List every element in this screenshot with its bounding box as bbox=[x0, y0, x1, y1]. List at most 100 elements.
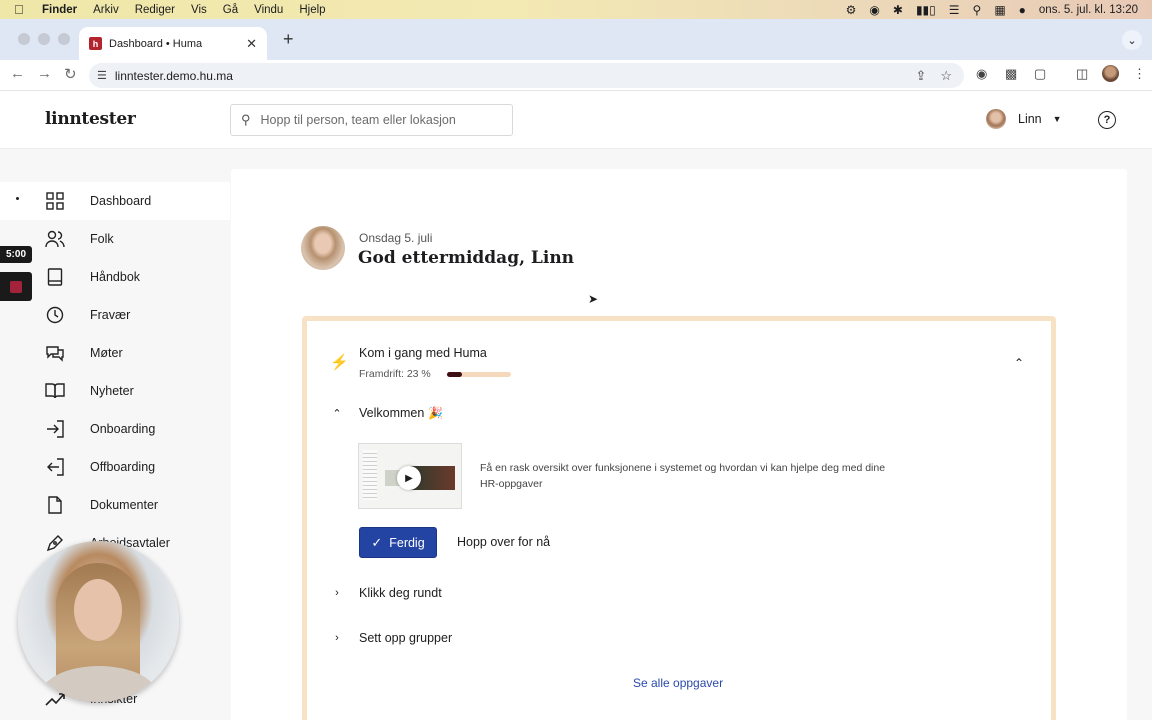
chevron-right-icon: › bbox=[335, 632, 339, 644]
menubar-clock[interactable]: ons. 5. jul. kl. 13:20 bbox=[1039, 4, 1138, 16]
intro-video-thumbnail[interactable]: ▶ bbox=[358, 443, 462, 509]
section-klikk-deg-rundt[interactable]: › Klikk deg rundt bbox=[330, 586, 442, 600]
sidebar-item-fravaer[interactable]: Fravær bbox=[0, 296, 230, 334]
skip-button[interactable]: Hopp over for nå bbox=[457, 535, 550, 549]
menu-hjelp[interactable]: Hjelp bbox=[299, 4, 325, 16]
sidebar-item-label: Møter bbox=[90, 346, 123, 360]
macos-menubar:  Finder Arkiv Rediger Vis Gå Vindu Hjel… bbox=[0, 0, 1152, 19]
back-arrow-icon[interactable]: ← bbox=[10, 65, 25, 82]
screen-record-icon[interactable]: ◉ bbox=[869, 4, 879, 16]
tab-search-chevron-icon[interactable]: ⌄ bbox=[1122, 30, 1142, 50]
grid-icon bbox=[45, 191, 65, 211]
onboarding-progress-bar bbox=[447, 372, 511, 377]
sidebar-item-handbok[interactable]: Håndbok bbox=[0, 258, 230, 296]
sidebar-item-label: Folk bbox=[90, 232, 114, 246]
tab-title: Dashboard • Huma bbox=[109, 37, 203, 50]
zoom-window-button[interactable] bbox=[58, 33, 70, 45]
browser-profile-avatar[interactable] bbox=[1102, 65, 1119, 82]
sidebar-item-moter[interactable]: Møter bbox=[0, 334, 230, 372]
user-avatar bbox=[986, 109, 1006, 129]
site-settings-icon[interactable]: ☰ bbox=[97, 69, 107, 82]
section-title: Klikk deg rundt bbox=[359, 586, 442, 600]
greeting-avatar bbox=[301, 226, 345, 270]
section-velkommen[interactable]: ⌃ Velkommen 🎉 bbox=[330, 406, 443, 420]
reload-icon[interactable]: ↻ bbox=[64, 65, 77, 83]
welcome-description: Få en rask oversikt over funksjonene i s… bbox=[480, 462, 886, 490]
control-center-icon[interactable]: ▦ bbox=[994, 4, 1005, 16]
menu-rediger[interactable]: Rediger bbox=[135, 4, 175, 16]
chevron-up-icon: ⌃ bbox=[332, 407, 342, 420]
sidebar-item-offboarding[interactable]: Offboarding bbox=[0, 448, 230, 486]
check-icon: ✓ bbox=[371, 534, 383, 550]
side-panel-icon[interactable]: ◫ bbox=[1076, 66, 1088, 82]
url-text: linntester.demo.hu.ma bbox=[114, 68, 233, 83]
book-icon bbox=[45, 267, 65, 287]
browser-toolbar: ← → ↻ ☰ linntester.demo.hu.ma ⇪ ☆ ◉ ▩ ▢ … bbox=[0, 60, 1152, 91]
section-sett-opp-grupper[interactable]: › Sett opp grupper bbox=[330, 631, 452, 645]
sidebar-item-label: Håndbok bbox=[90, 270, 141, 284]
menu-ga[interactable]: Gå bbox=[223, 4, 238, 16]
menu-vindu[interactable]: Vindu bbox=[254, 4, 283, 16]
menu-vis[interactable]: Vis bbox=[191, 4, 207, 16]
mouse-cursor-icon: ➤ bbox=[588, 292, 599, 306]
open-book-icon bbox=[45, 381, 65, 401]
bluetooth-icon[interactable]: ✱ bbox=[893, 4, 903, 16]
extension-icon[interactable]: ◉ bbox=[976, 66, 987, 82]
gear-icon[interactable]: ⚙ bbox=[846, 4, 857, 16]
search-icon: ⚲ bbox=[241, 112, 251, 127]
extension-2-icon[interactable]: ▩ bbox=[1005, 66, 1017, 82]
thumbnail-sidebar bbox=[363, 450, 377, 500]
webcam-bubble[interactable] bbox=[18, 541, 179, 702]
menu-app-name[interactable]: Finder bbox=[42, 4, 77, 16]
collapse-chevron-up-icon[interactable]: ⌃ bbox=[1014, 356, 1024, 370]
onboarding-title: Kom i gang med Huma bbox=[359, 346, 487, 360]
new-tab-icon[interactable]: + bbox=[283, 29, 294, 50]
extensions-puzzle-icon[interactable]: ▢ bbox=[1034, 66, 1046, 82]
menu-arkiv[interactable]: Arkiv bbox=[93, 4, 119, 16]
user-menu[interactable]: Linn ▼ bbox=[986, 109, 1062, 129]
forward-arrow-icon[interactable]: → bbox=[37, 65, 52, 82]
people-icon bbox=[45, 229, 65, 249]
section-title: Sett opp grupper bbox=[359, 631, 453, 645]
sidebar-item-onboarding[interactable]: Onboarding bbox=[0, 410, 230, 448]
sidebar-item-dashboard[interactable]: Dashboard bbox=[0, 182, 230, 220]
chevron-right-icon: › bbox=[335, 587, 339, 599]
battery-icon[interactable]: ▮▮▯ bbox=[916, 4, 936, 16]
share-icon[interactable]: ⇪ bbox=[915, 68, 926, 84]
sidebar-item-dokumenter[interactable]: Dokumenter bbox=[0, 486, 230, 524]
app-header: linntester ⚲ Linn ▼ ? bbox=[0, 91, 1152, 149]
see-all-tasks-link[interactable]: Se alle oppgaver bbox=[633, 676, 723, 690]
wifi-icon[interactable]: ☰ bbox=[949, 4, 960, 16]
sidebar-item-label: Dashboard bbox=[90, 194, 152, 208]
browser-menu-icon[interactable]: ⋮ bbox=[1133, 66, 1146, 82]
global-search[interactable]: ⚲ bbox=[230, 104, 513, 136]
menubar-status-area: ⚙ ◉ ✱ ▮▮▯ ☰ ⚲ ▦ ● ons. 5. jul. kl. 13:20 bbox=[846, 4, 1138, 16]
greeting-date: Onsdag 5. juli bbox=[359, 231, 433, 245]
siri-icon[interactable]: ● bbox=[1019, 4, 1026, 16]
company-logo[interactable]: linntester bbox=[45, 109, 136, 129]
clock-icon bbox=[45, 305, 65, 325]
window-controls bbox=[18, 33, 70, 45]
global-search-input[interactable] bbox=[260, 113, 501, 127]
stop-recording-button[interactable] bbox=[0, 272, 32, 301]
done-button-label: Ferdig bbox=[389, 535, 425, 550]
done-button[interactable]: ✓ Ferdig bbox=[359, 527, 437, 558]
bookmark-star-icon[interactable]: ☆ bbox=[940, 68, 952, 84]
play-icon[interactable]: ▶ bbox=[397, 466, 421, 490]
minimize-window-button[interactable] bbox=[38, 33, 50, 45]
sidebar-item-label: Dokumenter bbox=[90, 498, 159, 512]
browser-tabstrip: h Dashboard • Huma ✕ + ⌄ bbox=[0, 19, 1152, 60]
sidebar-item-nyheter[interactable]: Nyheter bbox=[0, 372, 230, 410]
help-icon[interactable]: ? bbox=[1098, 111, 1116, 129]
huma-favicon-icon: h bbox=[89, 37, 102, 50]
close-tab-icon[interactable]: ✕ bbox=[246, 36, 257, 52]
browser-tab-active[interactable]: h Dashboard • Huma ✕ bbox=[79, 27, 267, 60]
search-icon[interactable]: ⚲ bbox=[973, 4, 982, 16]
apple-icon[interactable]:  bbox=[14, 2, 28, 17]
close-window-button[interactable] bbox=[18, 33, 30, 45]
onboarding-progress-label: Framdrift: 23 % bbox=[359, 368, 431, 380]
address-bar[interactable]: ☰ linntester.demo.hu.ma ⇪ ☆ bbox=[89, 63, 964, 88]
sidebar-item-folk[interactable]: Folk bbox=[0, 220, 230, 258]
user-name: Linn bbox=[1018, 112, 1042, 126]
greeting-title: God ettermiddag, Linn bbox=[358, 248, 575, 268]
